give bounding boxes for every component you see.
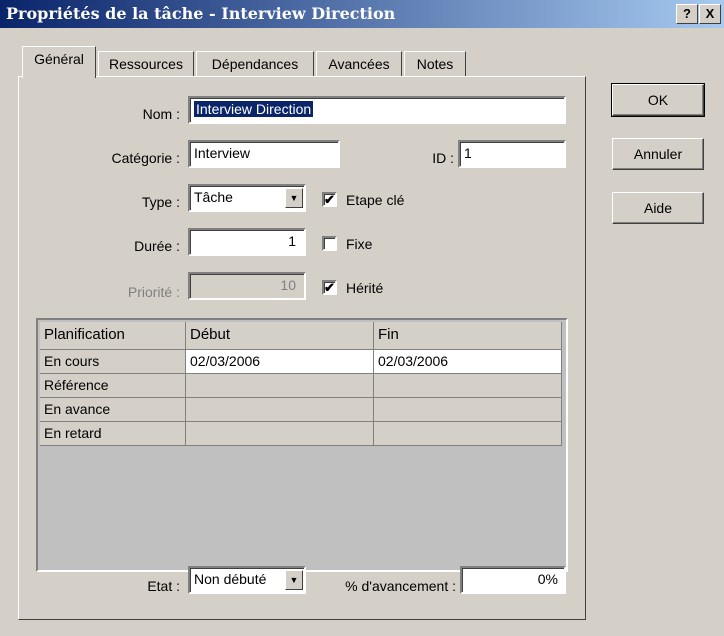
tab-ressources[interactable]: Ressources — [98, 51, 194, 77]
window-title: Propriétés de la tâche - Interview Direc… — [6, 4, 396, 23]
grid-cell[interactable] — [374, 374, 562, 398]
tab-general[interactable]: Général — [22, 46, 96, 78]
title-bar: Propriétés de la tâche - Interview Direc… — [0, 0, 724, 28]
grid-header-planification: Planification — [40, 322, 186, 350]
grid-cell[interactable] — [186, 374, 374, 398]
type-label: Type : — [141, 194, 180, 210]
close-title-button[interactable]: X — [699, 4, 721, 24]
type-dropdown-icon[interactable]: ▼ — [285, 188, 303, 208]
grid-cell[interactable] — [186, 422, 374, 446]
nom-field[interactable]: Interview Direction — [188, 96, 566, 124]
categorie-field[interactable]: Interview — [188, 140, 340, 168]
nom-label: Nom : — [142, 106, 180, 122]
fixe-checkbox[interactable] — [322, 236, 337, 251]
herite-checkbox[interactable]: ✔ — [322, 280, 337, 295]
tab-dependances[interactable]: Dépendances — [196, 51, 314, 77]
type-value: Tâche — [194, 189, 233, 205]
herite-label[interactable]: Hérité — [346, 276, 426, 300]
id-field[interactable]: 1 — [458, 140, 566, 168]
grid-row-label: Référence — [40, 374, 186, 398]
grid-row-label: En avance — [40, 398, 186, 422]
duree-label: Durée : — [134, 238, 180, 254]
help-button[interactable]: Aide — [612, 192, 704, 224]
grid-header-debut: Début — [186, 322, 374, 350]
duree-field[interactable]: 1 — [188, 228, 306, 256]
avancement-label: % d'avancement : — [345, 578, 456, 594]
etat-dropdown-icon[interactable]: ▼ — [285, 570, 303, 590]
etape-checkbox[interactable]: ✔ — [322, 192, 337, 207]
etat-label: Etat : — [147, 578, 180, 594]
grid-cell[interactable] — [374, 422, 562, 446]
nom-value: Interview Direction — [194, 101, 314, 117]
grid-row-label: En retard — [40, 422, 186, 446]
ok-button[interactable]: OK — [611, 83, 705, 117]
etat-value: Non débuté — [194, 571, 267, 587]
grid-row-label: En cours — [40, 350, 186, 374]
cancel-button[interactable]: Annuler — [612, 138, 704, 170]
help-title-button[interactable]: ? — [676, 4, 698, 24]
tab-avancees[interactable]: Avancées — [316, 51, 402, 77]
grid-cell[interactable]: 02/03/2006 — [374, 350, 562, 374]
priorite-label: Priorité : — [127, 284, 180, 300]
priorite-field: 10 — [188, 272, 306, 300]
grid-cell[interactable] — [186, 398, 374, 422]
grid-cell[interactable]: 02/03/2006 — [186, 350, 374, 374]
grid-cell[interactable] — [374, 398, 562, 422]
tab-notes[interactable]: Notes — [404, 51, 466, 77]
grid-header-fin: Fin — [374, 322, 562, 350]
categorie-label: Catégorie : — [111, 150, 180, 166]
avancement-field[interactable]: 0% — [460, 566, 566, 594]
id-label: ID : — [432, 150, 454, 166]
fixe-label[interactable]: Fixe — [346, 232, 406, 256]
etape-label[interactable]: Etape clé — [346, 188, 426, 212]
